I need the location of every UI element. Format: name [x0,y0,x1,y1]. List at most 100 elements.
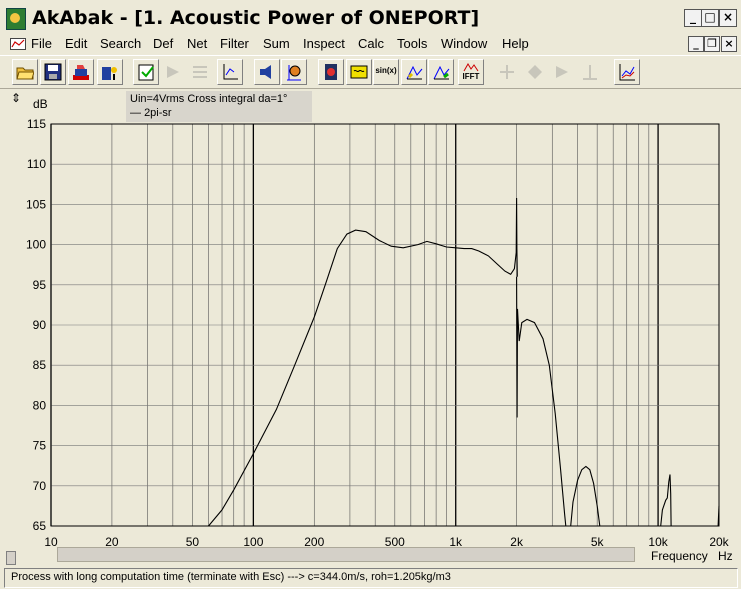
graph-button[interactable] [614,59,640,85]
menu-net[interactable]: Net [187,36,207,51]
arrow-icon [167,66,179,78]
nav-2-icon [528,65,542,79]
sine-icon: sin(x) [375,66,397,75]
x-axis-unit: Hz [718,549,733,563]
axis-scale-icon [223,64,238,80]
series-line-segment [516,276,567,527]
y-tick-label: 105 [26,197,46,211]
sine-button[interactable]: sin(x) [373,59,399,85]
ifft-wave-icon [463,63,479,72]
axis-scale-button[interactable] [217,59,243,85]
script-icon [102,67,117,80]
filter-button[interactable] [346,59,372,85]
menu-search[interactable]: Search [100,36,141,51]
doc-minimize-button[interactable]: _ [688,36,704,52]
x-tick-label: 10 [44,535,58,549]
y-tick-label: 85 [33,358,47,372]
ifft-icon: IFFT [462,72,480,81]
series-line-segment [208,197,518,527]
clipboard-button[interactable] [133,59,159,85]
doc-restore-button[interactable]: ❐ [704,36,720,52]
nav-2-button[interactable] [522,59,548,85]
title-bar: AkAbak - [1. Acoustic Power of ONEPORT] … [0,0,741,34]
minimize-button[interactable]: _ [684,9,702,27]
menu-edit[interactable]: Edit [65,36,87,51]
side-arrows-icon[interactable]: ⇕ [11,91,21,105]
response-2-button[interactable] [428,59,454,85]
legend-series-label: 2pi-sr [144,107,172,119]
save-button[interactable] [40,59,66,85]
frequency-response-chart[interactable]: 11511010510095908580757065 10 20 50 100 200 5… [0,89,741,565]
menu-help[interactable]: Help [502,36,529,51]
ifft-button[interactable]: IFFT [458,59,484,85]
y-tick-label: 115 [27,117,46,131]
legend-series-2pi-sr: — 2pi-sr [130,107,172,119]
filter-icon [350,65,368,79]
menu-filter[interactable]: Filter [220,36,249,51]
nav-3-icon [556,66,568,78]
arrow-button[interactable] [160,59,186,85]
toolbar: sin(x) IFFT [0,55,741,89]
y-tick-label: 75 [33,439,47,453]
response-button[interactable] [401,59,427,85]
y-tick-label: 110 [27,157,46,171]
series-line-segment [660,474,672,527]
target-button[interactable] [281,59,307,85]
menu-window[interactable]: Window [441,36,487,51]
print-icon [73,65,89,80]
x-axis-label: Frequency [651,549,708,563]
circle-target-icon [287,65,301,81]
close-button[interactable]: × [719,9,737,27]
chart-legend: Uin=4Vrms Cross integral da=1° — 2pi-sr [126,91,312,122]
menu-bar: File Edit Search Def Net Filter Sum Insp… [0,34,741,54]
script-button[interactable] [97,59,123,85]
menu-file[interactable]: File [31,36,52,51]
corner-grip-icon[interactable] [6,551,16,565]
open-folder-icon [16,67,34,80]
maximize-button[interactable]: □ [701,9,719,27]
menu-inspect[interactable]: Inspect [303,36,345,51]
menu-sum[interactable]: Sum [263,36,290,51]
nav-3-button[interactable] [549,59,575,85]
speaker-icon [260,65,271,79]
app-logo-icon [6,8,26,30]
nav-1-button[interactable] [494,59,520,85]
speaker-button[interactable] [254,59,280,85]
nav-4-icon [583,65,597,80]
y-tick-label: 70 [33,479,47,493]
y-tick-label: 100 [26,238,46,252]
y-tick-label: 90 [33,318,47,332]
print-button[interactable] [68,59,94,85]
nav-1-icon [500,65,514,79]
y-tick-label: 80 [33,398,47,412]
graph-icon [619,64,635,81]
plot-area[interactable]: 115 110 105 100 95 90 85 80 75 70 65 10 20 50 100 200 5… [0,89,741,565]
nav-4-button[interactable] [577,59,603,85]
legend-line-swatch: — [130,107,145,119]
grid-button[interactable] [187,59,213,85]
save-disk-icon [44,63,62,81]
doc-close-button[interactable]: × [721,36,737,52]
menu-calc[interactable]: Calc [358,36,384,51]
series-line-segment [570,465,601,527]
grid-icon [193,66,207,78]
horizontal-scrollbar[interactable] [57,547,635,562]
x-tick-label: 20k [709,535,729,549]
menu-tools[interactable]: Tools [397,36,427,51]
legend-title: Uin=4Vrms Cross integral da=1° [130,93,288,105]
status-text: Process with long computation time (term… [11,571,451,583]
open-button[interactable] [12,59,38,85]
x-tick-label: 10k [648,535,668,549]
driver-icon [325,64,337,80]
document-chart-icon[interactable] [10,38,26,50]
y-tick-label: 95 [33,278,47,292]
driver-button[interactable] [318,59,344,85]
menu-def[interactable]: Def [153,36,173,51]
status-bar: Process with long computation time (term… [4,568,738,588]
y-tick-label: 65 [33,519,47,533]
y-axis-unit-label: dB [33,97,48,111]
response-2-icon [433,65,450,80]
clipboard-icon [138,64,154,81]
window-title: AkAbak - [1. Acoustic Power of ONEPORT] [32,7,480,29]
response-icon [406,65,423,80]
